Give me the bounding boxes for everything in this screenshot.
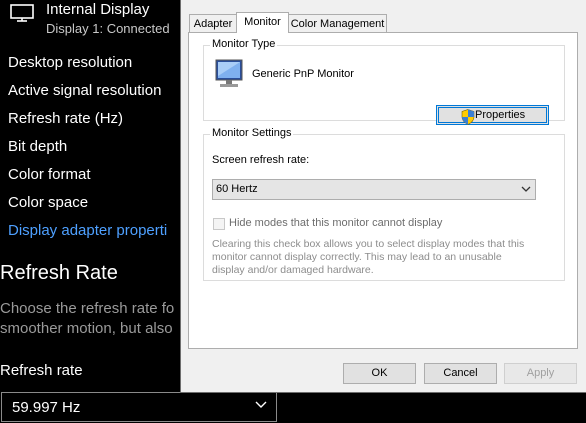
refresh-rate-hz-label: Refresh rate (Hz): [8, 110, 124, 127]
cancel-button[interactable]: Cancel: [424, 363, 497, 384]
monitor-settings-group: Monitor Settings Screen refresh rate: 60…: [203, 127, 565, 281]
monitor-device-icon: [215, 59, 243, 87]
uac-shield-icon: [461, 109, 475, 125]
display-subtitle: Display 1: Connected: [46, 21, 170, 36]
refresh-rate-heading: Refresh Rate: [0, 262, 118, 284]
color-space-label: Color space: [8, 194, 89, 211]
monitor-properties-dialog: Adapter Monitor Color Management Monitor…: [180, 0, 586, 393]
monitor-name: Generic PnP Monitor: [252, 68, 354, 80]
monitor-type-label: Monitor Type: [210, 38, 278, 50]
display-title: Internal Display: [46, 1, 150, 18]
desktop-resolution-label: Desktop resolution: [8, 54, 133, 71]
screen-refresh-rate-value: 60 Hertz: [216, 183, 258, 195]
bit-depth-label: Bit depth: [8, 138, 68, 155]
hide-modes-checkbox[interactable]: [213, 218, 225, 230]
warning-note-line2: monitor cannot display correctly. This m…: [212, 251, 502, 263]
screen-refresh-rate-select[interactable]: 60 Hertz: [212, 179, 536, 200]
refresh-rate-description-line2: smoother motion, but also: [0, 320, 173, 337]
monitor-icon: [10, 4, 34, 22]
refresh-rate-description-line1: Choose the refresh rate fo: [0, 300, 175, 317]
tab-color-management[interactable]: Color Management: [288, 14, 387, 32]
display-adapter-properties-link[interactable]: Display adapter properti: [8, 222, 167, 239]
hide-modes-label: Hide modes that this monitor cannot disp…: [229, 217, 443, 229]
ok-button[interactable]: OK: [343, 363, 416, 384]
monitor-type-group: Monitor Type Generic PnP Monitor Propert…: [203, 38, 565, 125]
chevron-down-icon: [521, 186, 531, 192]
tab-monitor[interactable]: Monitor: [236, 12, 289, 33]
screen-refresh-rate-label: Screen refresh rate:: [212, 154, 310, 166]
chevron-down-icon: [255, 401, 267, 408]
properties-button[interactable]: Properties: [436, 105, 549, 125]
monitor-tab-panel: Monitor Type Generic PnP Monitor Propert…: [188, 32, 578, 349]
active-signal-resolution-label: Active signal resolution: [8, 82, 162, 99]
properties-button-label: Properties: [475, 109, 526, 121]
warning-note-line1: Clearing this check box allows you to se…: [212, 238, 525, 250]
refresh-rate-dropdown[interactable]: 59.997 Hz: [1, 392, 277, 422]
refresh-rate-value: 59.997 Hz: [12, 399, 81, 416]
monitor-settings-label: Monitor Settings: [210, 127, 294, 139]
color-format-label: Color format: [8, 166, 91, 183]
tab-adapter[interactable]: Adapter: [189, 14, 237, 32]
refresh-rate-label: Refresh rate: [0, 362, 83, 379]
apply-button[interactable]: Apply: [504, 363, 577, 384]
warning-note-line3: display and/or damaged hardware.: [212, 264, 374, 276]
